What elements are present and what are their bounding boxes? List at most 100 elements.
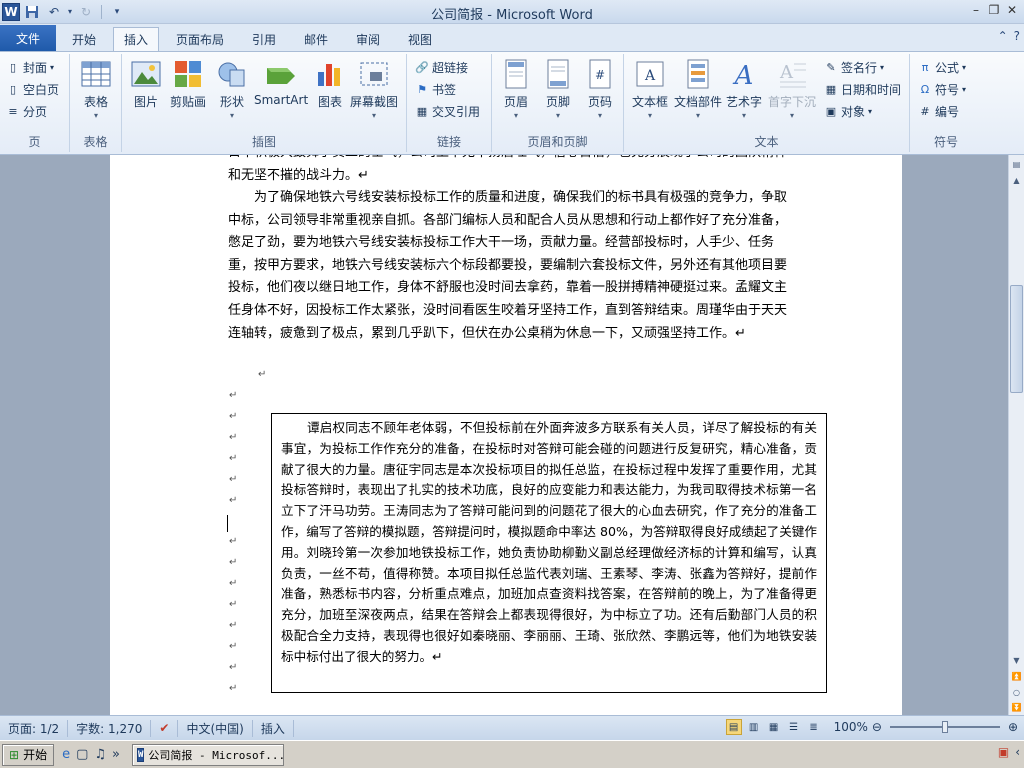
cover-page-button[interactable]: ▯ 封面 ▾	[6, 57, 54, 77]
language[interactable]: 中文(中国)	[178, 719, 253, 737]
group-links-label: 链接	[436, 135, 461, 149]
more-icon[interactable]: »	[112, 747, 120, 762]
start-button[interactable]: ⊞ 开始	[2, 743, 55, 766]
footer-button[interactable]: 页脚 ▾	[542, 58, 574, 120]
picture-button[interactable]: 图片	[130, 58, 162, 110]
signature-line-button[interactable]: ✎ 签名行 ▾	[824, 57, 884, 77]
tab-mailings[interactable]: 邮件	[294, 27, 338, 51]
page[interactable]: 目中积极大鼓舞了员工的士气，公司上下无不扬眉吐气，信心百倍，也充分展现了公司的团…	[110, 155, 902, 715]
tab-view[interactable]: 视图	[398, 27, 442, 51]
picture-label: 图片	[133, 95, 158, 109]
screenshot-button[interactable]: 屏幕截图 ▾	[350, 58, 398, 120]
signature-icon: ✎	[826, 60, 836, 74]
bookmark-button[interactable]: ⚑ 书签	[415, 79, 456, 99]
scroll-thumb[interactable]	[1010, 285, 1023, 393]
help-icon[interactable]: ?	[1014, 29, 1020, 43]
zoom-in-icon[interactable]: ⊕	[1008, 720, 1018, 734]
datetime-label: 日期和时间	[841, 82, 902, 97]
shapes-button[interactable]: 形状 ▾	[216, 58, 248, 120]
quickparts-icon	[682, 58, 714, 90]
word-count[interactable]: 字数: 1,270	[68, 719, 152, 737]
proofing-icon[interactable]: ✔	[151, 719, 179, 737]
task-word-window[interactable]: W 公司简报 - Microsof...	[132, 743, 284, 766]
paragraph-1[interactable]: 目中积极大鼓舞了员工的士气，公司上下无不扬眉吐气，信心百倍，也充分展现了公司的团…	[228, 155, 788, 187]
tab-home[interactable]: 开始	[62, 27, 106, 51]
browser-icon[interactable]: e	[62, 747, 70, 762]
smartart-button[interactable]: SmartArt	[254, 58, 308, 107]
dropcap-button[interactable]: A 首字下沉 ▾	[768, 58, 816, 120]
paragraph-mark: ↵	[229, 536, 238, 547]
restore-icon[interactable]: ❐	[986, 2, 1002, 18]
screenshot-icon	[358, 58, 390, 90]
scroll-down-icon[interactable]: ▼	[1009, 653, 1024, 667]
minimize-icon[interactable]: –	[968, 2, 984, 18]
browse-object-icon[interactable]: ○	[1009, 685, 1024, 699]
textbox-icon: A	[634, 58, 666, 90]
minimize-ribbon-icon[interactable]: ⌃	[998, 29, 1008, 43]
group-text-label: 文本	[754, 135, 779, 149]
object-button[interactable]: ▣ 对象 ▾	[824, 101, 872, 121]
ruler-toggle-icon[interactable]: ▤	[1009, 157, 1024, 171]
outline-icon[interactable]: ☰	[786, 719, 802, 735]
textbox-button[interactable]: A 文本框 ▾	[632, 58, 668, 120]
insert-mode[interactable]: 插入	[253, 719, 294, 737]
text-box[interactable]: 谭启权同志不顾年老体弱，不但投标前在外面奔波多方联系有关人员，详尽了解投标的有关…	[271, 413, 827, 693]
next-page-icon[interactable]: ⏬	[1009, 700, 1024, 714]
header-label: 页眉	[503, 95, 528, 109]
media-icon[interactable]: ♫	[94, 747, 106, 762]
system-tray: ▣ ‹	[998, 745, 1020, 759]
desktop-icon[interactable]: ▢	[76, 747, 88, 762]
text-box-content[interactable]: 谭启权同志不顾年老体弱，不但投标前在外面奔波多方联系有关人员，详尽了解投标的有关…	[281, 418, 817, 668]
status-right: ▤ ▥ ▦ ☰ ≣ 100% ⊖ ⊕	[725, 719, 1018, 735]
previous-page-icon[interactable]: ⏫	[1009, 669, 1024, 683]
tray-app-icon[interactable]: ▣	[998, 745, 1009, 759]
wordart-button[interactable]: A 艺术字 ▾	[726, 58, 762, 120]
paragraph-2[interactable]: 为了确保地铁六号线安装标投标工作的质量和进度，确保我们的标书具有极强的竞争力，争…	[228, 187, 788, 345]
full-screen-reading-icon[interactable]: ▥	[746, 719, 762, 735]
draft-icon[interactable]: ≣	[806, 719, 822, 735]
quickparts-button[interactable]: 文档部件 ▾	[674, 58, 722, 120]
chart-button[interactable]: 图表	[314, 58, 346, 110]
zoom-out-icon[interactable]: ⊖	[872, 720, 882, 734]
crossref-label: 交叉引用	[432, 104, 481, 119]
page-number-button[interactable]: # 页码 ▾	[584, 58, 616, 120]
equation-button[interactable]: π 公式 ▾	[918, 57, 966, 77]
zoom-slider[interactable]	[889, 721, 1000, 733]
hyperlink-button[interactable]: 🔗 超链接	[415, 57, 468, 77]
print-layout-icon[interactable]: ▤	[725, 719, 742, 735]
tab-review[interactable]: 审阅	[346, 27, 390, 51]
tab-insert[interactable]: 插入	[113, 27, 160, 51]
group-header-footer: 页眉 ▾ 页脚 ▾ # 页码 ▾ 页眉和页脚	[492, 54, 624, 152]
page-break-button[interactable]: ≡ 分页	[6, 101, 47, 121]
screenshot-label: 屏幕截图	[350, 95, 399, 109]
scroll-up-icon[interactable]: ▲	[1009, 173, 1024, 187]
crossref-button[interactable]: ▦ 交叉引用	[415, 101, 480, 121]
number-button[interactable]: # 编号	[918, 101, 959, 121]
tab-page-layout[interactable]: 页面布局	[166, 27, 234, 51]
tab-references[interactable]: 引用	[242, 27, 286, 51]
paragraph-mark: ↵	[229, 411, 238, 422]
zoom-slider-thumb[interactable]	[941, 721, 948, 733]
group-text: A 文本框 ▾ 文档部件 ▾ A 艺术字 ▾ A 首字下沉 ▾ ✎ 签名行 ▾ ▦ 日期和时间…	[624, 54, 910, 152]
blank-page-button[interactable]: ▯ 空白页	[6, 79, 59, 99]
svg-text:#: #	[595, 68, 605, 82]
word-task-icon: W	[137, 747, 145, 762]
tab-file[interactable]: 文件	[0, 25, 56, 51]
clipart-button[interactable]: 剪贴画	[170, 58, 206, 110]
paragraph-mark: ↵	[229, 557, 238, 568]
symbol-button[interactable]: Ω 符号 ▾	[918, 79, 966, 99]
document-area[interactable]: 目中积极大鼓舞了员工的士气，公司上下无不扬眉吐气，信心百倍，也充分展现了公司的团…	[0, 155, 1008, 715]
table-button[interactable]: 表格 ▾	[80, 58, 112, 120]
header-button[interactable]: 页眉 ▾	[500, 58, 532, 120]
datetime-button[interactable]: ▦ 日期和时间	[824, 79, 901, 99]
vertical-scrollbar[interactable]: ▤ ▲ ▼ ⏫ ○ ⏬	[1008, 155, 1024, 715]
textbox-label: 文本框	[632, 95, 669, 109]
page-count[interactable]: 页面: 1/2	[0, 719, 69, 737]
group-symbols: π 公式 ▾ Ω 符号 ▾ # 编号 符号	[910, 54, 982, 152]
zoom-level[interactable]: 100%	[834, 720, 868, 734]
tray-more-icon[interactable]: ‹	[1015, 745, 1020, 759]
web-layout-icon[interactable]: ▦	[766, 719, 782, 735]
close-icon[interactable]: ✕	[1004, 2, 1020, 18]
paragraph-mark: ↵	[229, 683, 238, 694]
paragraph-mark: ↵	[258, 369, 267, 380]
